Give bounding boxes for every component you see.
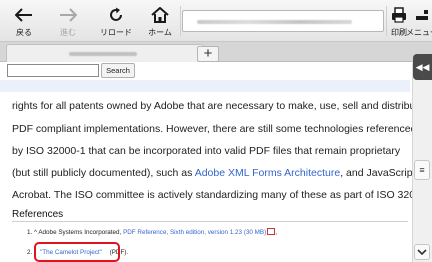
xfa-link[interactable]: Adobe XML Forms Architecture bbox=[195, 167, 341, 179]
chevron-down-icon bbox=[417, 249, 427, 255]
home-button[interactable]: ホーム bbox=[140, 0, 180, 42]
reference-text: 1. ^ Adobe Systems Incorporated, bbox=[27, 229, 124, 236]
reference-text: , bbox=[275, 229, 277, 236]
address-bar[interactable] bbox=[182, 10, 384, 32]
references-heading: References bbox=[12, 209, 64, 220]
reload-button[interactable]: リロード bbox=[94, 0, 138, 42]
pdf-reference-link[interactable]: PDF Reference, Sixth edition, version 1.… bbox=[123, 229, 266, 236]
back-label: 戻る bbox=[16, 27, 32, 37]
browser-toolbar: 戻る 進む リロード ホーム 印刷 メニュー bbox=[0, 0, 432, 42]
reference-number: 2. bbox=[27, 249, 35, 256]
back-arrow-icon bbox=[15, 5, 33, 25]
article-content: rights for all patents owned by Adobe th… bbox=[0, 92, 432, 262]
search-button[interactable]: Search bbox=[101, 63, 135, 78]
highlight-box bbox=[34, 242, 120, 262]
side-menu-button[interactable]: ≡ bbox=[414, 160, 430, 180]
paragraph-line: (but still publicly documented), such as… bbox=[12, 167, 431, 179]
collapse-panel-button[interactable]: ◀◀ bbox=[413, 54, 432, 80]
heading-divider bbox=[12, 221, 408, 222]
header-band bbox=[0, 80, 410, 92]
menu-button[interactable]: メニュー bbox=[406, 0, 432, 42]
double-chevron-left-icon: ◀◀ bbox=[415, 61, 430, 72]
forward-arrow-icon bbox=[59, 5, 77, 25]
paragraph-text: (but still publicly documented), such as bbox=[12, 167, 195, 179]
paragraph-line: rights for all patents owned by Adobe th… bbox=[12, 100, 425, 112]
home-label: ホーム bbox=[148, 27, 172, 37]
toolbar-divider bbox=[386, 6, 387, 36]
reload-label: リロード bbox=[100, 27, 132, 37]
toolbar-divider bbox=[180, 6, 181, 36]
printer-icon bbox=[391, 5, 407, 25]
new-tab-button[interactable]: + bbox=[197, 46, 219, 62]
paragraph-line: PDF compliant implementations. However, … bbox=[12, 123, 417, 135]
blurred-tab-title bbox=[69, 52, 137, 56]
home-icon bbox=[151, 5, 169, 25]
scroll-down-button[interactable] bbox=[414, 244, 430, 260]
forward-label: 進む bbox=[60, 27, 76, 37]
blurred-url-text bbox=[197, 20, 352, 24]
menu-label: メニュー bbox=[406, 27, 432, 37]
reload-icon bbox=[108, 5, 124, 25]
print-label: 印刷 bbox=[391, 27, 407, 37]
active-tab[interactable] bbox=[6, 44, 204, 62]
grid-menu-icon bbox=[415, 5, 429, 25]
back-button[interactable]: 戻る bbox=[4, 0, 44, 42]
paragraph-line: by ISO 32000-1 that can be incorporated … bbox=[12, 145, 401, 157]
reference-item: 1. ^ Adobe Systems Incorporated, PDF Ref… bbox=[27, 228, 277, 236]
forward-button[interactable]: 進む bbox=[48, 0, 88, 42]
hamburger-icon: ≡ bbox=[419, 165, 425, 175]
paragraph-line: Acrobat. The ISO committee is actively s… bbox=[12, 189, 432, 201]
search-input[interactable] bbox=[7, 64, 99, 77]
search-bar: Search bbox=[0, 63, 410, 79]
